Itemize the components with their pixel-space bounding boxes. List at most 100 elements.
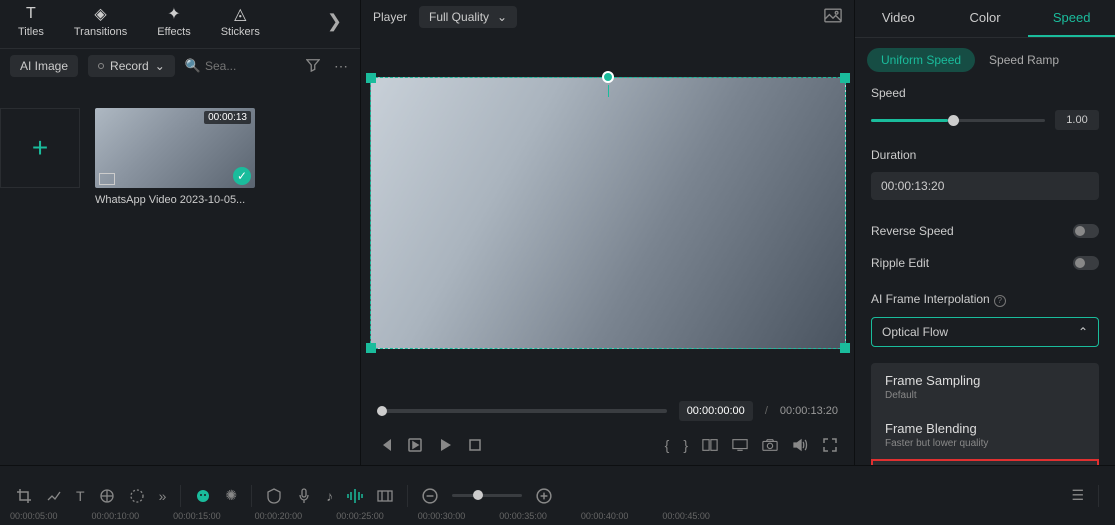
clip-thumbnail[interactable]: 00:00:13 ✓ — [95, 108, 255, 188]
speed-slider-row: 1.00 — [871, 110, 1099, 130]
speed-value[interactable]: 1.00 — [1055, 110, 1099, 130]
tab-transitions-label: Transitions — [74, 26, 127, 38]
add-media-button[interactable]: + — [0, 108, 80, 188]
resize-handle[interactable] — [366, 73, 376, 83]
clip-used-icon: ✓ — [233, 167, 251, 185]
camera-button[interactable] — [762, 437, 778, 453]
media-clip[interactable]: 00:00:13 ✓ WhatsApp Video 2023-10-05... — [95, 108, 255, 206]
scrubber[interactable] — [377, 409, 667, 413]
tab-speed[interactable]: Speed — [1028, 0, 1115, 37]
search-input[interactable] — [205, 59, 243, 73]
option-frame-sampling[interactable]: Frame Sampling Default — [871, 363, 1099, 411]
quality-value: Full Quality — [429, 10, 489, 24]
stickers-icon: ◬ — [230, 4, 250, 24]
timeline-toolbar: T » ✺ ♪ ☰ 00:00:05:0000:00:10:0000:00:15… — [0, 465, 1115, 525]
stop-button[interactable] — [467, 437, 483, 453]
marker-button[interactable] — [266, 488, 282, 504]
reverse-speed-label: Reverse Speed — [871, 224, 954, 238]
tab-titles-label: Titles — [18, 26, 44, 38]
text-button[interactable]: T — [76, 488, 85, 504]
auto-beat-button[interactable] — [347, 488, 363, 504]
search-wrap: 🔍 — [185, 58, 294, 74]
duration-label: Duration — [871, 148, 1099, 162]
audio-button[interactable]: ♪ — [326, 488, 333, 504]
record-icon — [98, 63, 104, 69]
tab-effects[interactable]: ✦ Effects — [157, 4, 190, 38]
display-button[interactable] — [732, 437, 748, 453]
ai-button[interactable] — [195, 488, 211, 504]
rotate-handle[interactable] — [602, 71, 614, 83]
media-grid: + 00:00:13 ✓ WhatsApp Video 2023-10-05..… — [0, 83, 360, 231]
speed-subtabs: Uniform Speed Speed Ramp — [855, 38, 1115, 82]
prev-frame-button[interactable] — [377, 437, 393, 453]
scrubber-handle[interactable] — [377, 406, 387, 416]
subtab-uniform-speed[interactable]: Uniform Speed — [867, 48, 975, 72]
fullscreen-button[interactable] — [822, 437, 838, 453]
ai-image-button[interactable]: AI Image — [10, 55, 78, 77]
record-button[interactable]: Record ⌄ — [88, 55, 175, 77]
current-time: 00:00:00:00 — [679, 401, 753, 421]
zoom-out-button[interactable] — [422, 488, 438, 504]
interpolation-select[interactable]: Optical Flow ⌃ — [871, 317, 1099, 347]
clip-type-icon — [99, 173, 115, 185]
ripple-edit-row: Ripple Edit — [871, 252, 1099, 274]
ai-image-label: AI Image — [20, 59, 68, 73]
tabs-more-icon[interactable]: ❯ — [327, 11, 342, 32]
info-icon[interactable]: ? — [994, 295, 1006, 307]
speed-button[interactable] — [46, 488, 62, 504]
option-frame-blending[interactable]: Frame Blending Faster but lower quality — [871, 411, 1099, 459]
speed-panel-body: Speed 1.00 Duration 00:00:13:20 Reverse … — [855, 82, 1115, 515]
resize-handle[interactable] — [366, 343, 376, 353]
mark-in-button[interactable]: { — [665, 437, 670, 453]
zoom-slider[interactable] — [452, 494, 522, 497]
crop-button[interactable] — [16, 488, 32, 504]
total-time: 00:00:13:20 — [780, 405, 838, 417]
track-options-button[interactable]: ☰ — [1071, 487, 1084, 504]
tab-titles[interactable]: T Titles — [18, 4, 44, 38]
ripple-edit-toggle[interactable] — [1073, 256, 1099, 270]
mask-button[interactable] — [129, 488, 145, 504]
tab-effects-label: Effects — [157, 26, 190, 38]
voiceover-button[interactable] — [296, 488, 312, 504]
tab-stickers-label: Stickers — [221, 26, 260, 38]
record-label: Record — [110, 59, 149, 73]
duration-input[interactable]: 00:00:13:20 — [871, 172, 1099, 200]
zoom-knob[interactable] — [473, 490, 483, 500]
keyframe-button[interactable] — [377, 488, 393, 504]
zoom-in-button[interactable] — [536, 488, 552, 504]
clip-duration-badge: 00:00:13 — [204, 111, 251, 124]
time-separator: / — [765, 405, 768, 417]
resize-handle[interactable] — [840, 343, 850, 353]
clip-name: WhatsApp Video 2023-10-05... — [95, 194, 255, 206]
ripple-edit-label: Ripple Edit — [871, 256, 929, 270]
color-button[interactable] — [99, 488, 115, 504]
player-label: Player — [373, 10, 407, 24]
play-pause-button[interactable] — [407, 437, 423, 453]
speed-label: Speed — [871, 86, 1099, 100]
resize-handle[interactable] — [840, 73, 850, 83]
preview-frame[interactable] — [370, 77, 846, 349]
volume-button[interactable] — [792, 437, 808, 453]
mark-out-button[interactable]: } — [683, 437, 688, 453]
speed-slider-knob[interactable] — [948, 115, 959, 126]
filter-icon[interactable] — [304, 56, 322, 77]
tab-video[interactable]: Video — [855, 0, 942, 37]
quality-select[interactable]: Full Quality ⌄ — [419, 6, 517, 28]
tab-color[interactable]: Color — [942, 0, 1029, 37]
player-header: Player Full Quality ⌄ — [361, 0, 854, 34]
play-button[interactable] — [437, 437, 453, 453]
more-tools-icon[interactable]: » — [159, 488, 167, 504]
more-menu-icon[interactable]: ⋯ — [332, 56, 350, 77]
compare-button[interactable] — [702, 437, 718, 453]
tab-stickers[interactable]: ◬ Stickers — [221, 4, 260, 38]
interpolation-value: Optical Flow — [882, 325, 948, 339]
player-controls: { } — [361, 431, 854, 465]
speed-slider[interactable] — [871, 119, 1045, 122]
effects-icon: ✦ — [164, 4, 184, 24]
snapshot-icon[interactable] — [824, 8, 842, 26]
chevron-down-icon: ⌄ — [155, 59, 165, 73]
reverse-speed-toggle[interactable] — [1073, 224, 1099, 238]
adjust-button[interactable]: ✺ — [225, 487, 237, 504]
tab-transitions[interactable]: ◈ Transitions — [74, 4, 127, 38]
subtab-speed-ramp[interactable]: Speed Ramp — [989, 53, 1059, 67]
